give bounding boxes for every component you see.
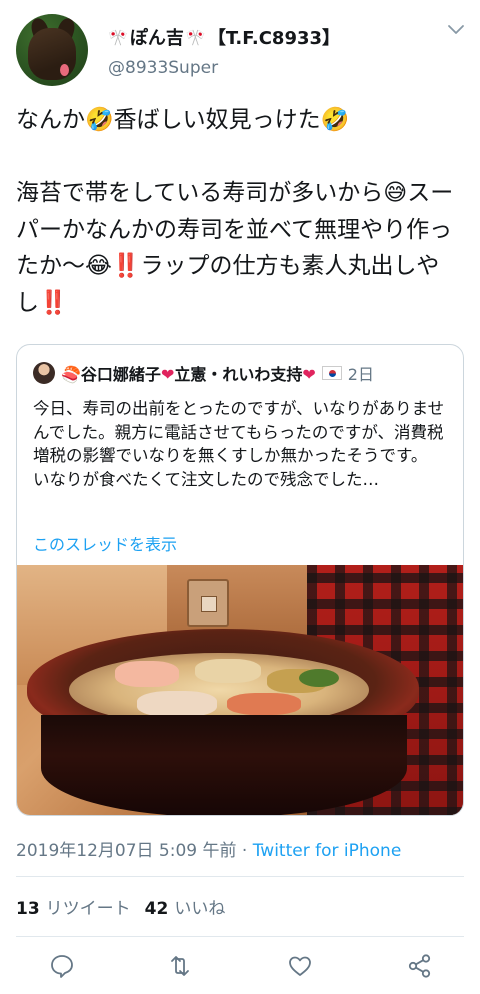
- sushi-emoji: 🍣: [61, 365, 81, 384]
- like-stat[interactable]: 42 いいね: [145, 894, 226, 919]
- quoted-avatar: [33, 362, 55, 384]
- sushi-piece: [227, 693, 301, 715]
- sparkle-emoji-right: 🎌: [185, 27, 206, 47]
- quoted-name-part2: 立憲・れいわ支持: [174, 365, 303, 384]
- quoted-display-name: 🍣谷口娜緒子❤立憲・れいわ支持❤: [61, 361, 316, 385]
- avatar-dog-tongue: [60, 64, 69, 76]
- tweet-text: なんか🤣香ばしい奴見っけた🤣 海苔で帯をしている寿司が多いから😅スーパーかなんか…: [16, 107, 454, 316]
- sushi-bowl-body: [41, 715, 407, 815]
- share-icon[interactable]: [406, 952, 434, 980]
- avatar[interactable]: [16, 14, 88, 86]
- tweet-meta: 2019年12月07日 5:09 午前 · Twitter for iPhone: [16, 836, 401, 861]
- sparkle-emoji-left: 🎌: [108, 27, 128, 47]
- retweet-count: 13: [16, 899, 40, 919]
- quoted-name-part1: 谷口娜緒子: [80, 365, 161, 384]
- quoted-tweet-image[interactable]: [17, 565, 463, 815]
- reply-icon[interactable]: [48, 952, 76, 980]
- korea-flag-icon: [321, 366, 342, 380]
- retweet-label: リツイート: [45, 899, 131, 919]
- tweet-stats: 13 リツイート 42 いいね: [16, 894, 225, 919]
- garnish-leaf: [299, 669, 339, 687]
- sushi-piece: [115, 661, 179, 687]
- chevron-down-icon[interactable]: [446, 22, 466, 38]
- sushi-piece: [137, 691, 217, 717]
- quoted-tweet[interactable]: 🍣谷口娜緒子❤立憲・れいわ支持❤ 2日 今日、寿司の出前をとったのですが、いなり…: [16, 344, 464, 816]
- divider: [16, 936, 464, 937]
- display-name[interactable]: 🎌 ぽん吉 🎌 【T.F.C8933】: [108, 24, 340, 50]
- quoted-tweet-header: 🍣谷口娜緒子❤立憲・れいわ支持❤ 2日: [33, 361, 374, 385]
- light-switch: [187, 579, 229, 627]
- quoted-timestamp: 2日: [347, 365, 374, 384]
- like-count: 42: [144, 899, 169, 919]
- like-icon[interactable]: [286, 952, 314, 980]
- show-thread-link[interactable]: このスレッドを表示: [33, 531, 177, 555]
- display-name-text: ぽん吉: [129, 28, 184, 49]
- tweet-actions: [16, 948, 464, 984]
- meta-separator: ·: [236, 841, 253, 861]
- sushi-piece: [195, 659, 261, 683]
- tweet-timestamp: 2019年12月07日 5:09 午前: [16, 841, 237, 861]
- retweet-icon[interactable]: [166, 952, 194, 980]
- user-handle[interactable]: @8933Super: [108, 58, 218, 78]
- divider: [16, 876, 464, 877]
- retweet-stat[interactable]: 13 リツイート: [16, 894, 131, 919]
- like-label: いいね: [174, 899, 226, 919]
- tweet-header: 🎌 ぽん吉 🎌 【T.F.C8933】 @8933Super: [16, 14, 466, 86]
- heart-icon: ❤: [160, 365, 175, 384]
- heart-icon: ❤: [302, 365, 316, 384]
- avatar-dog-face: [28, 28, 76, 80]
- tweet-source[interactable]: Twitter for iPhone: [253, 841, 402, 861]
- team-tag: 【T.F.C8933】: [207, 28, 341, 49]
- quoted-tweet-text: 今日、寿司の出前をとったのですが、いなりがありませんでした。親方に電話させてもら…: [33, 399, 445, 489]
